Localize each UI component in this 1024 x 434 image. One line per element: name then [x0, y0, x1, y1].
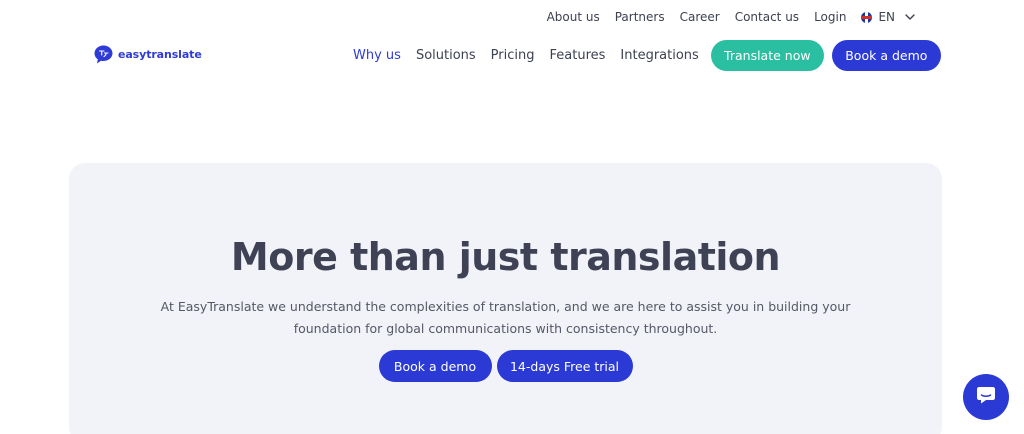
nav-features[interactable]: Features: [550, 48, 606, 63]
logo-text: easytranslate: [118, 48, 202, 61]
chat-bubble-logo-icon: [93, 44, 114, 65]
hero-subtitle: At EasyTranslate we understand the compl…: [69, 296, 942, 340]
contact-us-link[interactable]: Contact us: [735, 10, 799, 24]
chevron-down-icon[interactable]: [901, 14, 919, 20]
hero-actions: Book a demo 14-days Free trial: [69, 350, 942, 382]
translate-now-button[interactable]: Translate now: [710, 40, 824, 71]
brand-logo[interactable]: easytranslate: [93, 44, 202, 65]
nav-integrations[interactable]: Integrations: [620, 48, 698, 63]
hero-subtitle-line-2: foundation for global communications wit…: [293, 321, 718, 336]
chat-bubble-icon: [975, 384, 997, 410]
uk-flag-icon: [861, 11, 873, 23]
page: About us Partners Career Contact us Logi…: [0, 0, 1024, 434]
top-utility-bar: About us Partners Career Contact us Logi…: [547, 10, 919, 24]
nav-solutions[interactable]: Solutions: [416, 48, 476, 63]
about-us-link[interactable]: About us: [547, 10, 600, 24]
nav-why-us[interactable]: Why us: [353, 48, 401, 63]
hero-book-demo-button[interactable]: Book a demo: [378, 350, 492, 382]
main-navigation: Why us Solutions Pricing Features Integr…: [353, 40, 941, 71]
chat-widget-button[interactable]: [963, 374, 1009, 420]
nav-pricing[interactable]: Pricing: [491, 48, 535, 63]
hero-title: More than just translation: [230, 235, 781, 279]
free-trial-button[interactable]: 14-days Free trial: [496, 350, 633, 382]
nav-book-demo-button[interactable]: Book a demo: [831, 40, 941, 71]
partners-link[interactable]: Partners: [615, 10, 665, 24]
language-selector[interactable]: EN: [861, 10, 919, 24]
career-link[interactable]: Career: [680, 10, 720, 24]
language-label: EN: [878, 10, 895, 24]
hero-subtitle-line-1: At EasyTranslate we understand the compl…: [160, 299, 851, 314]
login-link[interactable]: Login: [814, 10, 846, 24]
hero-section: More than just translation At EasyTransl…: [69, 163, 942, 434]
